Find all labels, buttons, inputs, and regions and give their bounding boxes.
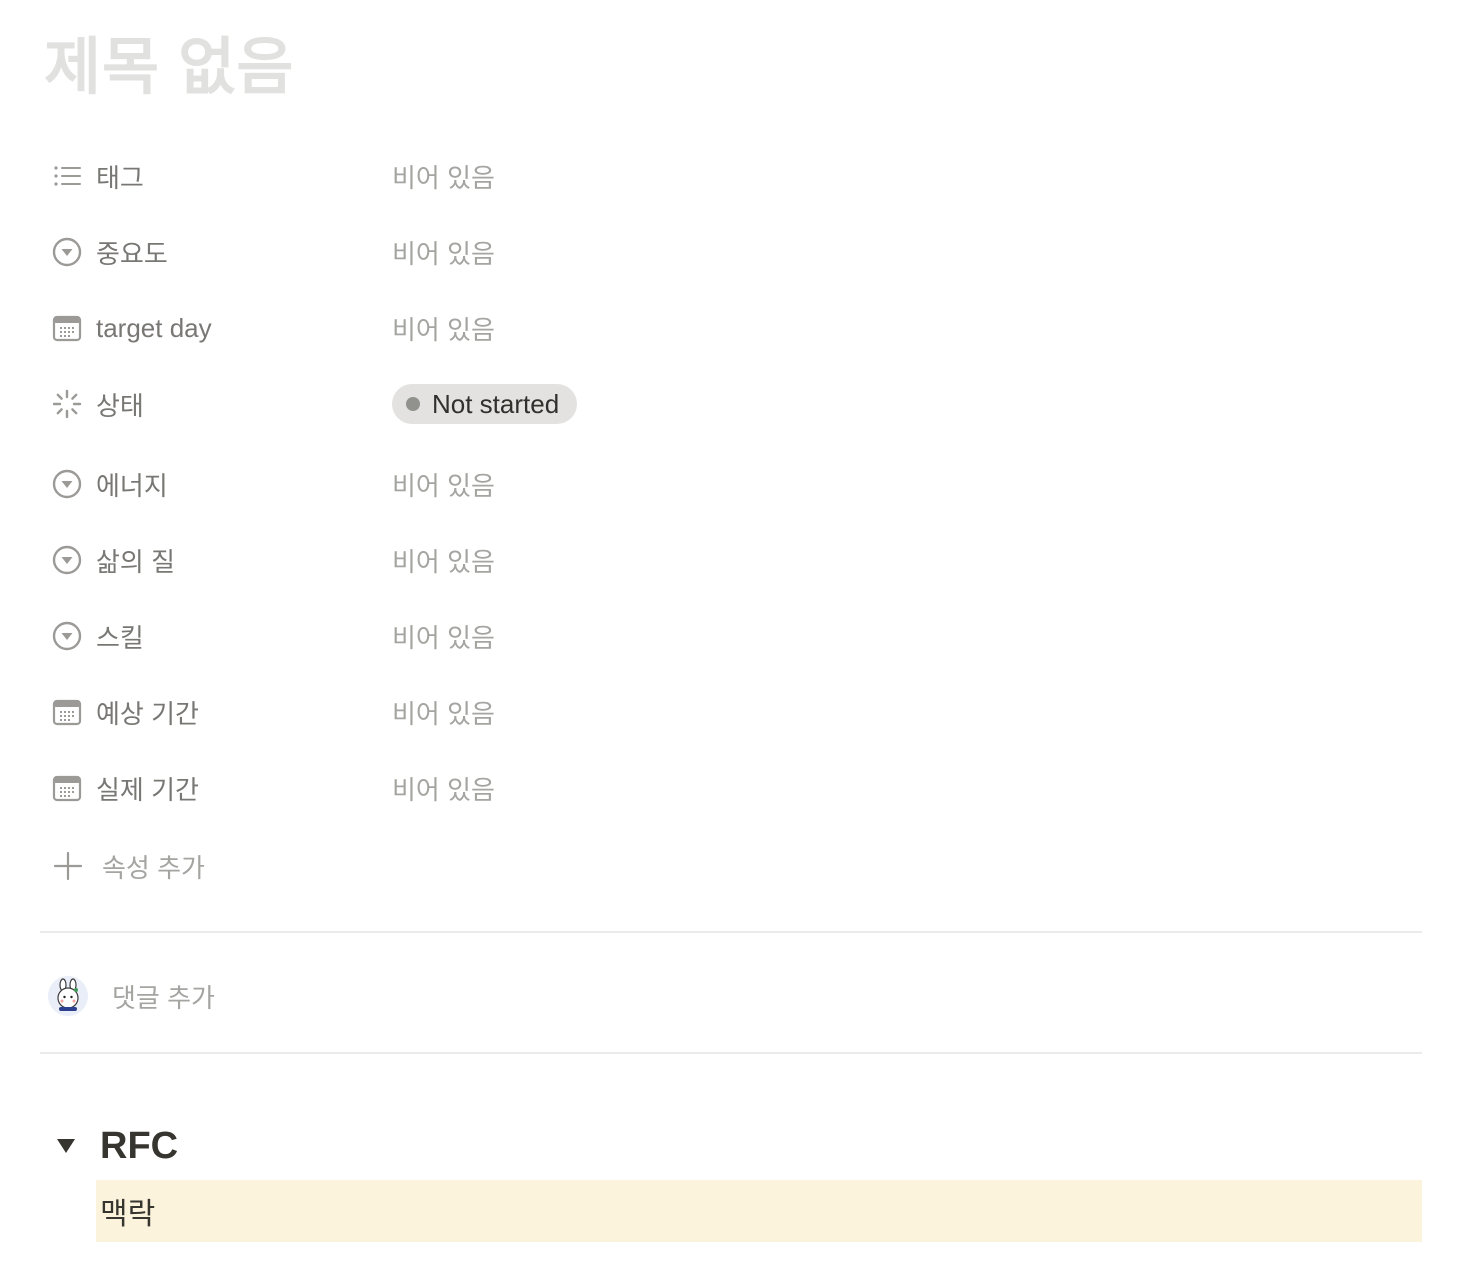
calendar-icon — [52, 697, 82, 727]
property-value-actual-period[interactable]: 비어 있음 — [392, 760, 495, 816]
property-value-status[interactable]: Not started — [392, 376, 578, 432]
property-name-skill[interactable]: 스킬 — [40, 608, 392, 664]
status-icon — [52, 389, 82, 419]
property-value-expected-period[interactable]: 비어 있음 — [392, 684, 495, 740]
property-row-tags: 태그 비어 있음 — [40, 148, 1422, 204]
property-row-quality-of-life: 삶의 질 비어 있음 — [40, 532, 1422, 588]
page: 제목 없음 태그 비어 있음 중요도 비어 있음 target day 비어 있… — [0, 0, 1458, 1274]
triangle-down-icon[interactable] — [52, 1132, 80, 1160]
property-name-importance[interactable]: 중요도 — [40, 224, 392, 280]
property-value-skill[interactable]: 비어 있음 — [392, 608, 495, 664]
property-row-status: 상태 Not started — [40, 376, 1422, 432]
comment-input[interactable]: 댓글 추가 — [112, 978, 215, 1015]
property-label: 태그 — [96, 162, 144, 193]
toggle-heading-rfc: RFC — [52, 1118, 178, 1174]
property-value-target-day[interactable]: 비어 있음 — [392, 300, 495, 356]
select-icon — [52, 469, 82, 499]
property-value-tags[interactable]: 비어 있음 — [392, 148, 495, 204]
property-row-expected-period: 예상 기간 비어 있음 — [40, 684, 1422, 740]
property-value-importance[interactable]: 비어 있음 — [392, 224, 495, 280]
plus-icon — [52, 850, 84, 882]
divider — [40, 1052, 1422, 1054]
toggle-heading-title[interactable]: RFC — [100, 1125, 178, 1168]
property-name-quality-of-life[interactable]: 삶의 질 — [40, 532, 392, 588]
select-icon — [52, 621, 82, 651]
status-badge[interactable]: Not started — [392, 384, 578, 424]
property-name-energy[interactable]: 에너지 — [40, 456, 392, 512]
status-dot-icon — [406, 397, 420, 411]
page-title[interactable]: 제목 없음 — [44, 28, 294, 108]
property-row-target-day: target day 비어 있음 — [40, 300, 1422, 356]
property-row-skill: 스킬 비어 있음 — [40, 608, 1422, 664]
select-icon — [52, 545, 82, 575]
property-value-energy[interactable]: 비어 있음 — [392, 456, 495, 512]
avatar[interactable] — [48, 976, 88, 1016]
add-property-label: 속성 추가 — [102, 852, 205, 883]
property-row-importance: 중요도 비어 있음 — [40, 224, 1422, 280]
property-label: 삶의 질 — [96, 546, 175, 577]
property-row-actual-period: 실제 기간 비어 있음 — [40, 760, 1422, 816]
property-label: 스킬 — [96, 622, 144, 653]
select-icon — [52, 237, 82, 267]
property-value-quality-of-life[interactable]: 비어 있음 — [392, 532, 495, 588]
add-property-button[interactable]: 속성 추가 — [40, 838, 205, 894]
property-row-energy: 에너지 비어 있음 — [40, 456, 1422, 512]
property-name-tags[interactable]: 태그 — [40, 148, 392, 204]
comment-composer: 댓글 추가 — [40, 966, 1422, 1026]
block-text: 맥락 — [100, 1198, 156, 1231]
list-icon — [52, 161, 82, 191]
property-label: 예상 기간 — [96, 698, 199, 729]
property-name-status[interactable]: 상태 — [40, 376, 392, 432]
property-label: target day — [96, 312, 212, 343]
status-label: Not started — [432, 388, 560, 419]
property-label: 실제 기간 — [96, 774, 199, 805]
divider — [40, 931, 1422, 933]
property-label: 상태 — [96, 390, 144, 421]
calendar-icon — [52, 773, 82, 803]
property-name-actual-period[interactable]: 실제 기간 — [40, 760, 392, 816]
property-name-expected-period[interactable]: 예상 기간 — [40, 684, 392, 740]
property-label: 중요도 — [96, 238, 168, 269]
property-name-target-day[interactable]: target day — [40, 300, 392, 356]
calendar-icon — [52, 313, 82, 343]
property-label: 에너지 — [96, 470, 168, 501]
highlighted-block[interactable]: 맥락 — [96, 1180, 1422, 1242]
